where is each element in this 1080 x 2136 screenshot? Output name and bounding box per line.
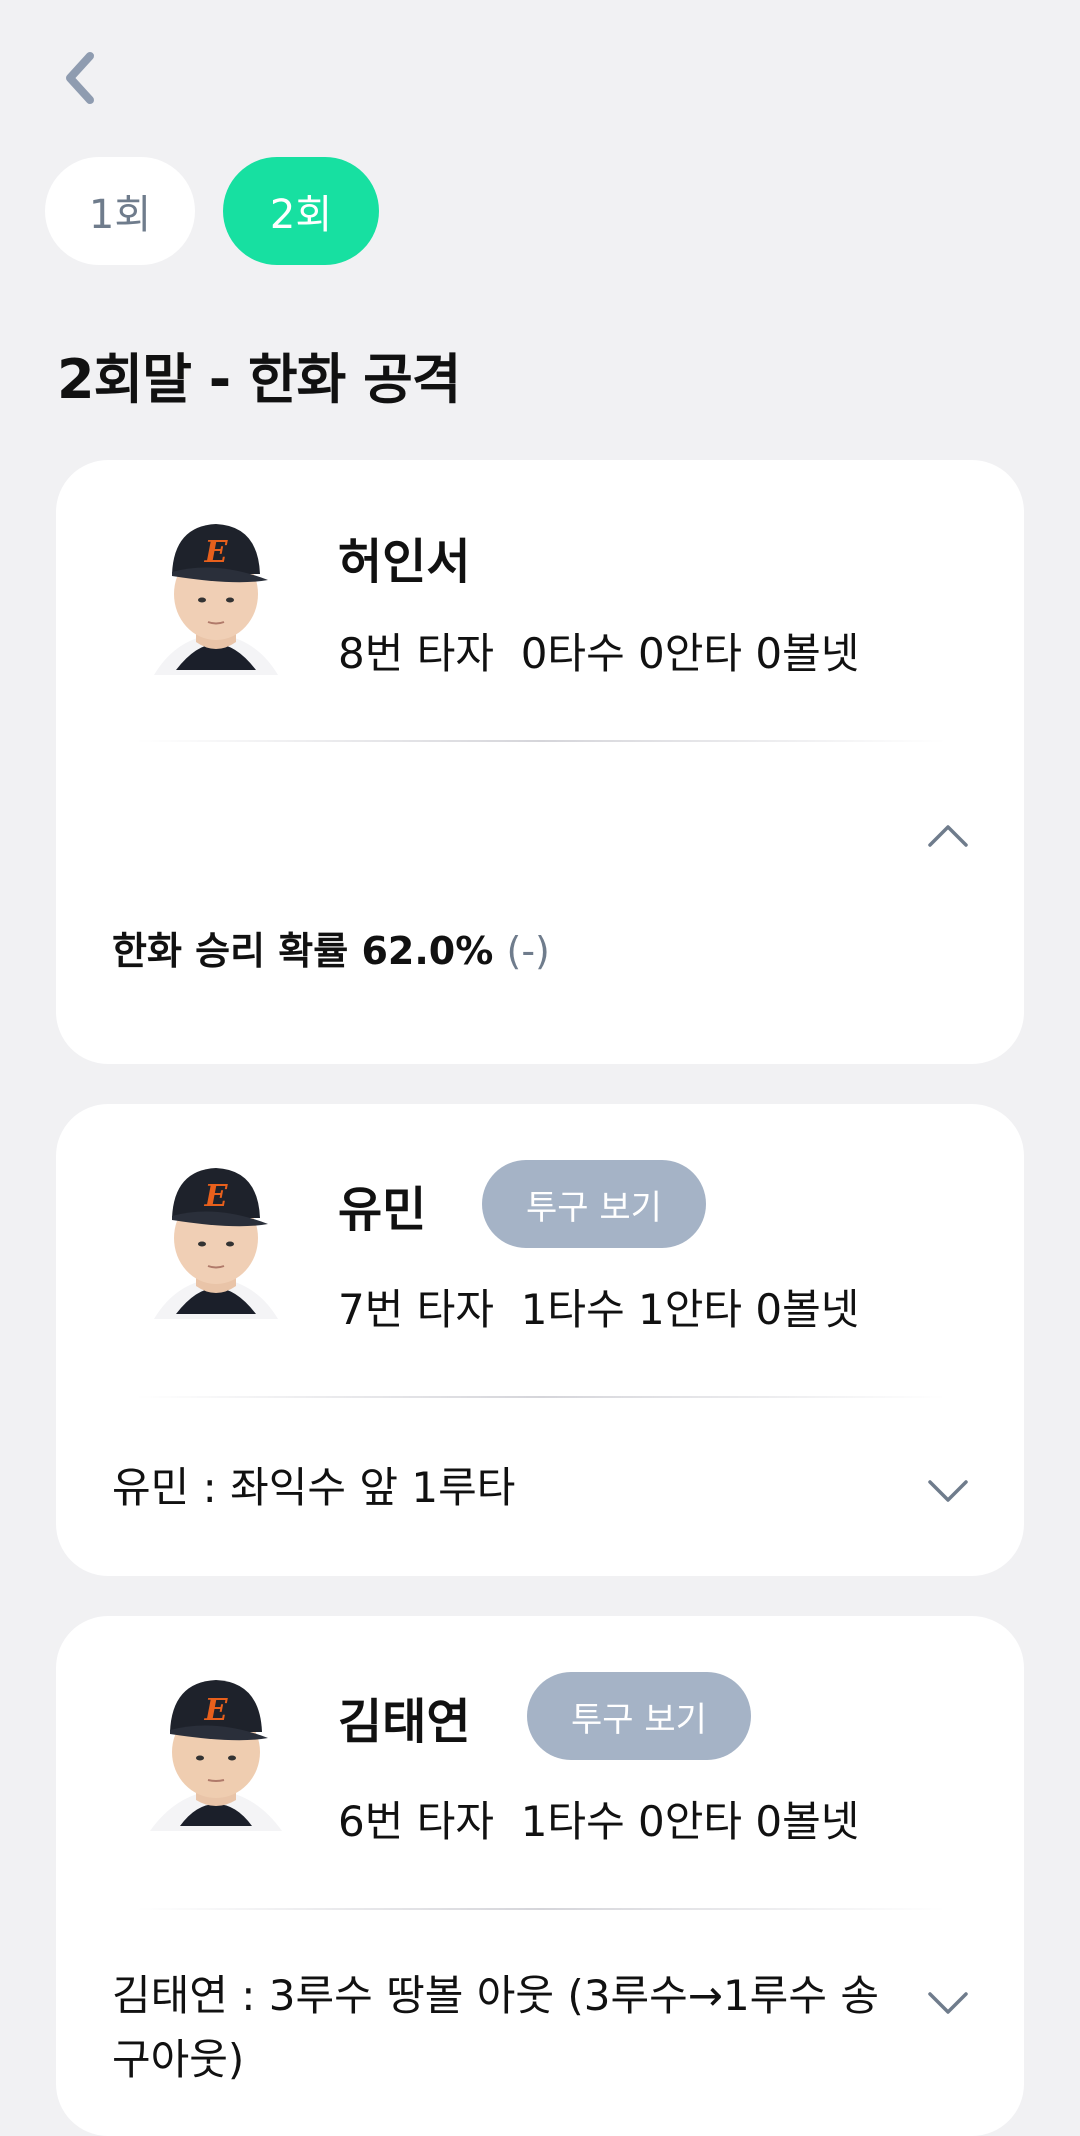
expand-button[interactable] [928, 1984, 968, 2024]
collapse-button[interactable] [928, 815, 968, 855]
play-description: 유민 : 좌익수 앞 1루타 [112, 1463, 516, 1512]
batting-record: 1타수 1안타 0볼넷 [520, 1285, 860, 1334]
play-description: 김태연 : 3루수 땅볼 아웃 (3루수→1루수 송구아웃) [112, 1971, 879, 2084]
batter-card: E 허인서 8번 타자 0타수 0안타 0볼넷 한화 승리 확률 62.0% (… [56, 460, 1024, 1064]
back-button[interactable] [50, 48, 110, 108]
divider [136, 1908, 946, 1910]
tab-inning-2[interactable]: 2회 [223, 157, 379, 265]
svg-text:E: E [204, 1693, 229, 1728]
svg-text:E: E [204, 1179, 229, 1214]
divider [136, 1396, 946, 1398]
chevron-up-icon [928, 825, 968, 847]
player-name: 김태연 [338, 1694, 471, 1750]
inning-tabs: 1회 2회 [45, 157, 379, 265]
expand-button[interactable] [928, 1472, 968, 1512]
chevron-left-icon [66, 52, 94, 104]
win-probability-label: 한화 승리 확률 62.0% [112, 929, 494, 973]
batter-stats: 8번 타자 0타수 0안타 0볼넷 [338, 620, 859, 681]
tab-inning-1[interactable]: 1회 [45, 157, 195, 265]
batter-stats: 6번 타자 1타수 0안타 0볼넷 [338, 1788, 859, 1849]
player-avatar: E [136, 1666, 296, 1836]
svg-text:E: E [204, 535, 229, 570]
view-pitches-button[interactable]: 투구 보기 [482, 1160, 706, 1248]
chevron-down-icon [928, 1480, 968, 1502]
divider [136, 740, 946, 742]
batting-record: 1타수 0안타 0볼넷 [520, 1797, 860, 1846]
view-pitches-button[interactable]: 투구 보기 [527, 1672, 751, 1760]
batter-card: E 유민 투구 보기 7번 타자 1타수 1안타 0볼넷 유민 : 좌익수 앞 … [56, 1104, 1024, 1576]
player-name: 허인서 [338, 534, 471, 590]
section-title: 2회말 - 한화 공격 [57, 348, 461, 411]
player-avatar: E [136, 510, 296, 680]
chevron-down-icon [928, 1992, 968, 2014]
player-avatar: E [136, 1154, 296, 1324]
win-probability-change: (-) [506, 929, 550, 973]
batting-order: 6번 타자 [338, 1797, 494, 1846]
batting-order: 7번 타자 [338, 1285, 494, 1334]
batter-card: E 김태연 투구 보기 6번 타자 1타수 0안타 0볼넷 김태연 : 3루수 … [56, 1616, 1024, 2136]
batting-order: 8번 타자 [338, 629, 494, 678]
batting-record: 0타수 0안타 0볼넷 [520, 629, 860, 678]
player-name: 유민 [338, 1182, 427, 1238]
win-probability: 한화 승리 확률 62.0% (-) [112, 920, 550, 975]
batter-stats: 7번 타자 1타수 1안타 0볼넷 [338, 1276, 859, 1337]
